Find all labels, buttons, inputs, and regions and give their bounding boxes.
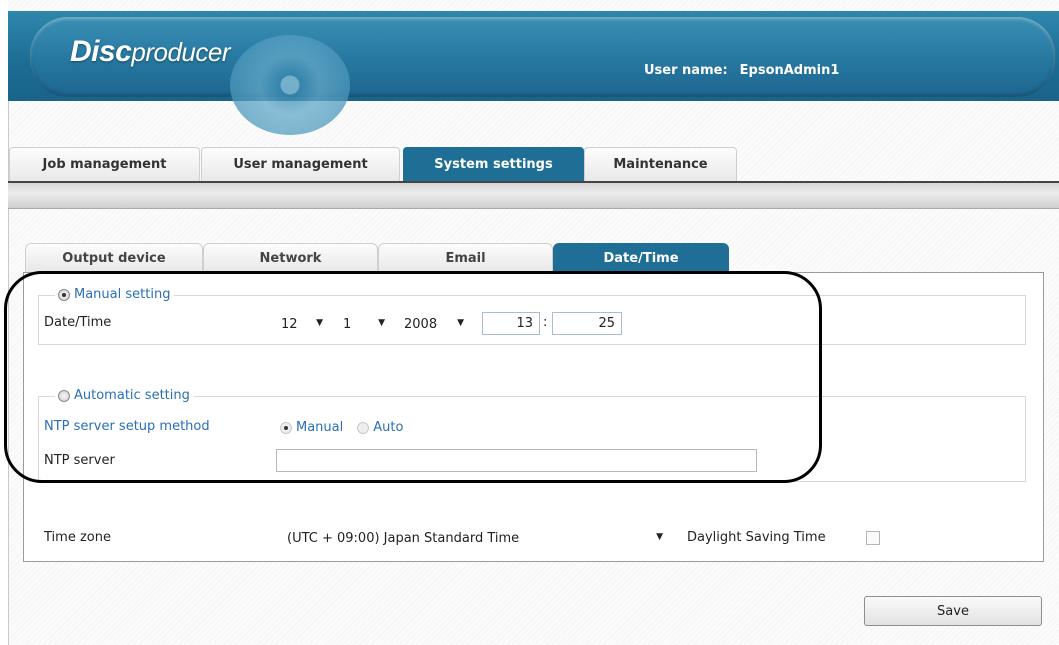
manual-setting-legend[interactable]: Manual setting [55,287,175,302]
app-logo: Discproducer [70,35,230,69]
chevron-down-icon: ▼ [656,532,663,542]
ntp-manual-radio[interactable] [280,421,292,434]
header-pill: Discproducer [30,17,1055,135]
automatic-setting-legend[interactable]: Automatic setting [55,388,194,403]
tab-maintenance[interactable]: Maintenance [584,147,737,181]
settings-panel: Manual setting Date/Time 12 ▼ 1 ▼ 2008 ▼ 13… [23,272,1044,562]
day-value: 1 [343,316,352,332]
minute-input[interactable]: 25 [552,312,622,335]
ntp-method-options: Manual Auto [280,420,404,435]
month-select[interactable]: 12 ▼ [274,313,330,335]
logo-bold: Disc [70,35,132,68]
ntp-method-label: NTP server setup method [44,419,210,434]
user-value: EpsonAdmin1 [739,63,840,78]
save-button[interactable]: Save [864,596,1042,626]
ntp-auto-label: Auto [373,420,404,435]
chevron-down-icon: ▼ [378,318,385,328]
timezone-select[interactable]: (UTC + 09:00) Japan Standard Time ▼ [280,527,670,549]
user-label: User name: [644,63,728,78]
timezone-label: Time zone [44,530,111,545]
month-value: 12 [281,316,298,332]
timezone-value: (UTC + 09:00) Japan Standard Time [287,530,520,546]
day-select[interactable]: 1 ▼ [336,313,392,335]
subtab-output-device[interactable]: Output device [25,243,203,272]
ntp-manual-label: Manual [296,420,344,435]
ntp-auto-radio[interactable] [357,421,370,434]
dst-label: Daylight Saving Time [687,530,826,545]
user-info: User name: EpsonAdmin1 [644,63,839,78]
chevron-down-icon: ▼ [316,318,323,328]
disc-icon [230,35,350,135]
automatic-setting-radio[interactable] [58,389,70,402]
ntp-server-input[interactable] [276,449,757,472]
tab-user-management[interactable]: User management [201,147,400,181]
tab-job-management[interactable]: Job management [9,147,200,181]
time-separator: : [543,315,548,330]
tab-system-settings[interactable]: System settings [403,147,584,181]
header-banner: Discproducer User name: EpsonAdmin1 [8,11,1059,135]
dst-checkbox[interactable] [866,531,880,545]
year-select[interactable]: 2008 ▼ [397,313,471,335]
subtab-network[interactable]: Network [203,243,378,272]
logo-rest: producer [131,37,230,67]
subtab-date-time[interactable]: Date/Time [553,243,729,272]
hour-input[interactable]: 13 [482,312,540,335]
manual-setting-radio[interactable] [58,288,70,301]
automatic-setting-label: Automatic setting [74,388,190,403]
toolbar-strip [8,183,1059,209]
datetime-label: Date/Time [44,315,112,330]
ntp-server-label: NTP server [44,453,115,468]
subtab-email[interactable]: Email [378,243,553,272]
chevron-down-icon: ▼ [457,318,464,328]
manual-setting-label: Manual setting [74,287,171,302]
year-value: 2008 [404,316,438,332]
